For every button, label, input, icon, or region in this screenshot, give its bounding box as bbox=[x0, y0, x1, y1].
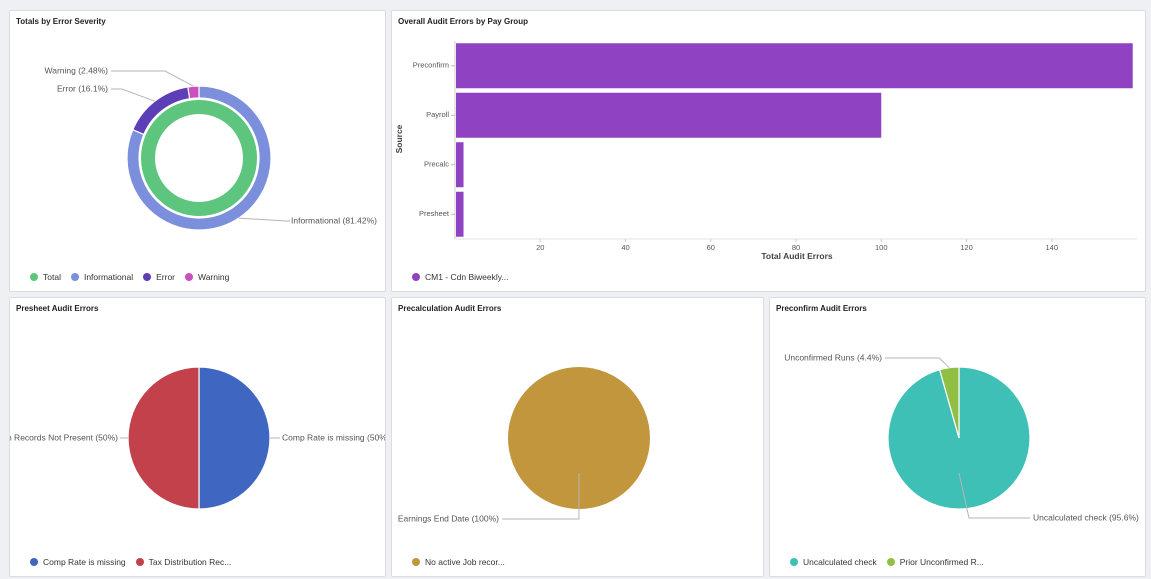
y-tick-label: Presheet bbox=[419, 209, 450, 218]
presheet-panel: Presheet Audit Errors Comp Rate is missi… bbox=[9, 297, 386, 577]
precalc-pie-chart: Earnings End Date (100%) bbox=[398, 367, 650, 523]
legend-swatch bbox=[412, 558, 420, 566]
data-label: Comp Rate is missing (50%) bbox=[282, 432, 386, 442]
y-tick-label: Precalc bbox=[424, 160, 449, 169]
legend-item[interactable]: Informational bbox=[70, 272, 134, 282]
data-label: Earnings End Date (100%) bbox=[398, 513, 499, 523]
precalc-legend: No active Job recor... bbox=[412, 557, 505, 567]
legend-swatch bbox=[30, 558, 38, 566]
legend-item[interactable]: Tax Distribution Rec... bbox=[135, 557, 232, 567]
callout-line bbox=[111, 70, 194, 87]
legend-swatch bbox=[70, 273, 79, 281]
legend-item[interactable]: Total bbox=[30, 272, 61, 282]
donut-slice[interactable] bbox=[187, 85, 200, 100]
presheet-legend: Comp Rate is missing Tax Distribution Rec… bbox=[30, 557, 231, 567]
paygroup-bar-chart: PreconfirmPayrollPrecalcPresheet20 40 60 80… bbox=[394, 41, 1137, 261]
legend-swatch bbox=[30, 273, 38, 281]
legend-swatch bbox=[143, 273, 152, 281]
legend-item[interactable]: No active Job recor... bbox=[412, 557, 505, 567]
legend-item[interactable]: Warning bbox=[185, 272, 229, 282]
x-tick-label: 120 bbox=[960, 243, 973, 252]
bar[interactable] bbox=[456, 43, 1133, 89]
pie-slice[interactable] bbox=[198, 366, 271, 510]
bar[interactable] bbox=[456, 92, 882, 138]
preconfirm-legend: Uncalculated check Prior Unconfirmed R... bbox=[790, 557, 984, 567]
legend-label: Error bbox=[156, 272, 175, 282]
legend-label: Informational bbox=[83, 272, 134, 282]
legend-label: CM1 - Cdn Biweekly... bbox=[425, 272, 509, 282]
x-tick-label: 60 bbox=[707, 243, 715, 252]
severity-donut-chart: Informational (81.42%) Error (16.1%) Warni… bbox=[45, 65, 377, 231]
legend-item[interactable]: Prior Unconfirmed R... bbox=[886, 557, 984, 567]
callout-line bbox=[885, 357, 950, 369]
data-label: Unconfirmed Runs (4.4%) bbox=[784, 352, 882, 362]
x-tick-label: 100 bbox=[875, 243, 888, 252]
legend-item[interactable]: Error bbox=[143, 272, 175, 282]
x-tick-label: 20 bbox=[536, 243, 544, 252]
bar[interactable] bbox=[456, 191, 464, 237]
legend-label: Prior Unconfirmed R... bbox=[899, 557, 984, 567]
data-label: Warning (2.48%) bbox=[45, 65, 109, 75]
legend-swatch bbox=[790, 558, 798, 566]
presheet-pie-chart: Comp Rate is missing (50%) Tax Distributi… bbox=[10, 366, 386, 510]
legend-item[interactable]: CM1 - Cdn Biweekly... bbox=[412, 272, 508, 282]
paygroup-legend: CM1 - Cdn Biweekly... bbox=[412, 272, 508, 282]
legend-label: Warning bbox=[198, 272, 230, 282]
data-label: Informational (81.42%) bbox=[291, 215, 377, 225]
preconfirm-pie-chart: Uncalculated check (95.6%) Unconfirmed Ru… bbox=[784, 352, 1139, 522]
callout-line bbox=[238, 217, 290, 222]
callout-line bbox=[111, 88, 155, 102]
legend-swatch bbox=[135, 558, 144, 566]
legend-item[interactable]: Uncalculated check bbox=[790, 557, 877, 567]
x-tick-label: 40 bbox=[621, 243, 629, 252]
legend-label: No active Job recor... bbox=[425, 557, 505, 567]
preconfirm-panel: Preconfirm Audit Errors Uncalculated che… bbox=[769, 297, 1146, 577]
legend-swatch bbox=[185, 273, 193, 281]
precalc-panel: Precalculation Audit Errors Earnings End… bbox=[391, 297, 764, 577]
legend-label: Uncalculated check bbox=[803, 557, 877, 567]
data-label: Uncalculated check (95.6%) bbox=[1033, 512, 1139, 522]
y-tick-label: Preconfirm bbox=[413, 61, 449, 70]
legend-label: Tax Distribution Rec... bbox=[148, 557, 232, 567]
y-tick-label: Payroll bbox=[426, 110, 449, 119]
severity-legend: Total Informational Error Warning bbox=[30, 272, 229, 282]
bar[interactable] bbox=[456, 142, 464, 188]
severity-panel: Totals by Error Severity Informational (… bbox=[9, 10, 386, 292]
y-axis-title: Source bbox=[394, 124, 404, 153]
total-ring[interactable] bbox=[141, 100, 257, 216]
data-label: Tax Distribution Records Not Present (50… bbox=[10, 432, 118, 442]
paygroup-panel: Overall Audit Errors by Pay Group Precon… bbox=[391, 10, 1146, 292]
pie-slice[interactable] bbox=[127, 366, 200, 510]
legend-swatch bbox=[412, 273, 420, 281]
x-axis-title: Total Audit Errors bbox=[761, 251, 833, 261]
legend-item[interactable]: Comp Rate is missing bbox=[30, 557, 126, 567]
legend-label: Total bbox=[43, 272, 61, 282]
x-tick-label: 140 bbox=[1045, 243, 1058, 252]
legend-label: Comp Rate is missing bbox=[43, 557, 126, 567]
legend-swatch bbox=[886, 558, 895, 566]
data-label: Error (16.1%) bbox=[57, 83, 108, 93]
